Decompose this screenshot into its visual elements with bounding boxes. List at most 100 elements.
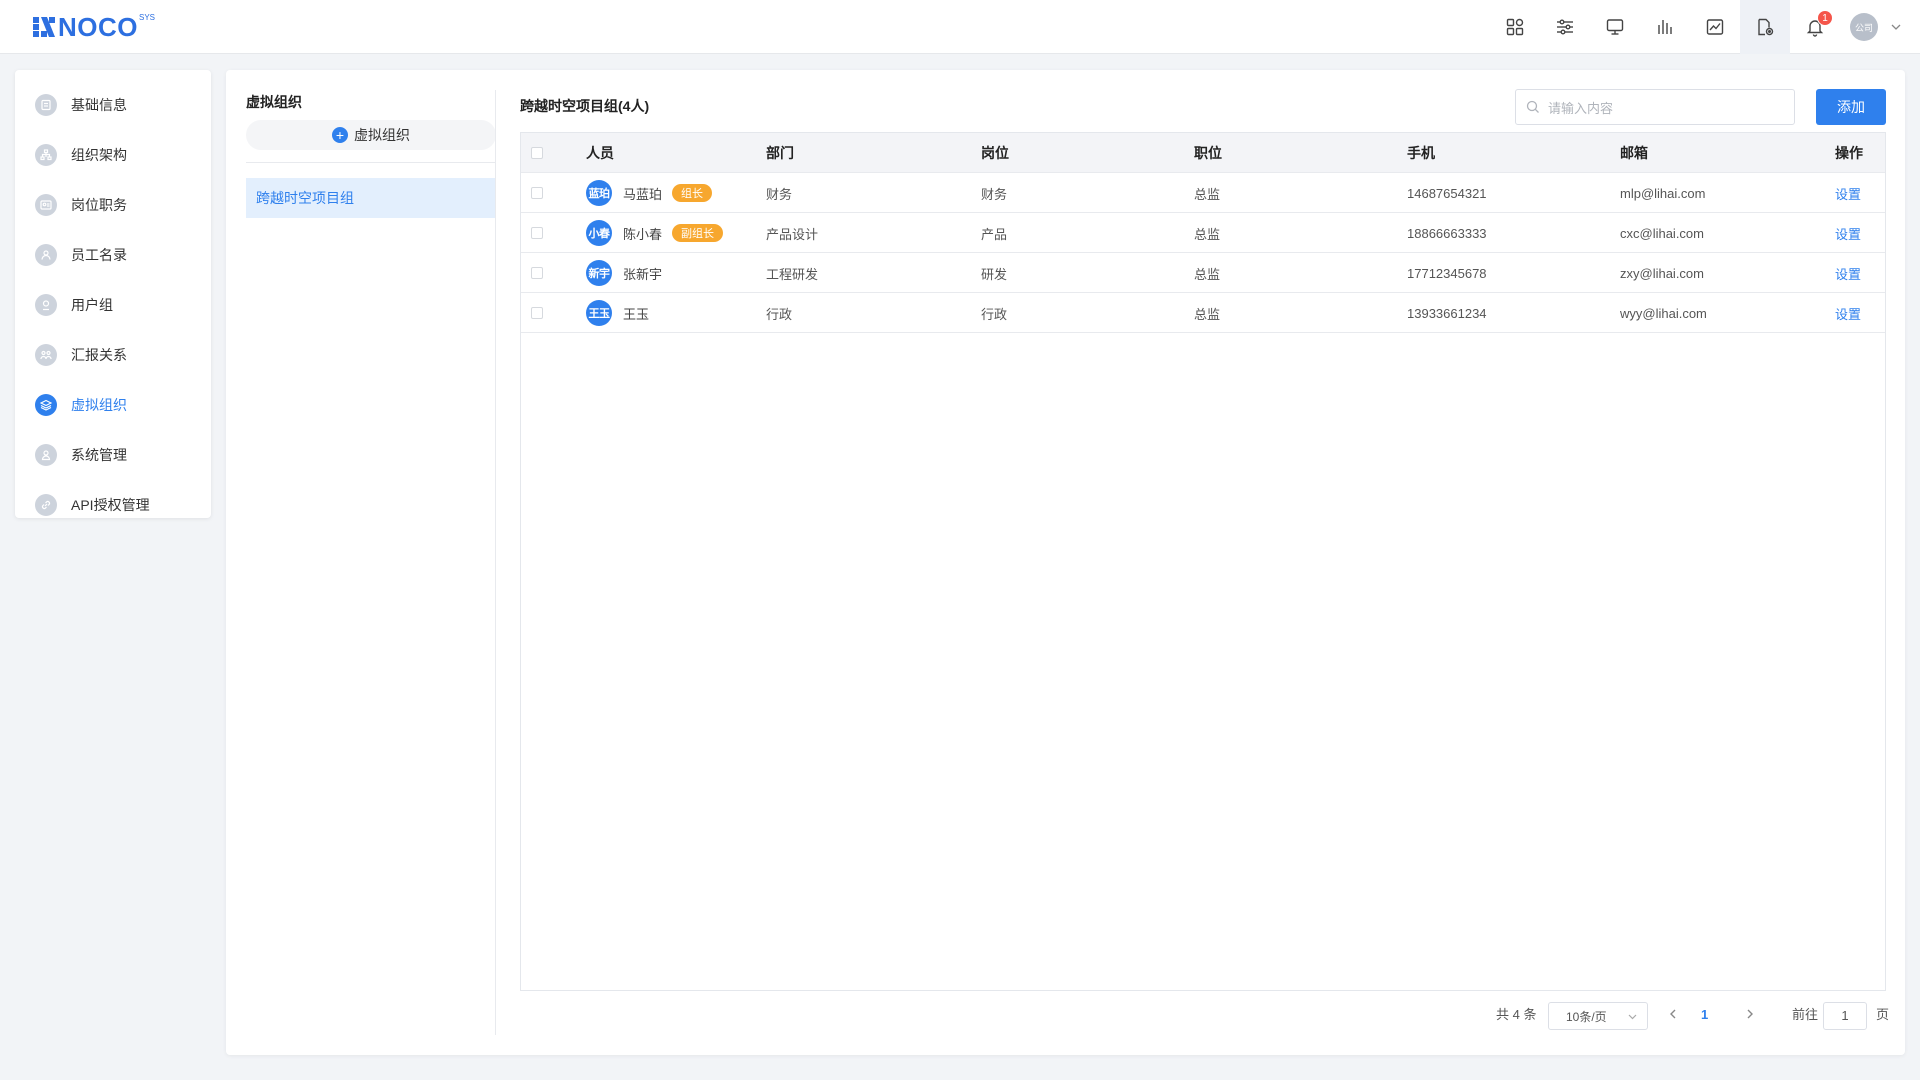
sidebar-item-org-structure[interactable]: 组织架构 [15, 130, 211, 180]
person-name: 马蓝珀 [623, 186, 663, 202]
phone-cell: 17712345678 [1407, 265, 1487, 281]
next-page-icon[interactable] [1743, 1007, 1757, 1021]
page-size-select[interactable]: 10条/页 [1548, 1002, 1648, 1030]
sidebar-item-virtual-org[interactable]: 虚拟组织 [15, 380, 211, 430]
row-checkbox[interactable] [531, 253, 543, 293]
logo-text: NOCO [58, 12, 138, 42]
add-virtual-org-button[interactable]: + 虚拟组织 [246, 120, 496, 150]
email-cell: wyy@lihai.com [1620, 305, 1707, 321]
image-chart-button[interactable] [1690, 0, 1740, 54]
settings-link[interactable]: 设置 [1835, 293, 1861, 333]
avatar: 王玉 [586, 300, 612, 326]
org-chart-icon [35, 144, 57, 166]
settings-sliders-button[interactable] [1540, 0, 1590, 54]
sidebar-item-positions[interactable]: 岗位职务 [15, 180, 211, 230]
avatar: 小春 [586, 220, 612, 246]
monitor-button[interactable] [1590, 0, 1640, 54]
sidebar-item-basic-info[interactable]: 基础信息 [15, 80, 211, 130]
row-checkbox[interactable] [531, 213, 543, 253]
person-name: 张新宇 [623, 266, 663, 282]
members-table: 人员 部门 岗位 职位 手机 邮箱 操作 蓝珀 马蓝珀 组长 财务 财务 总监 … [520, 132, 1886, 991]
column-header: 手机 [1407, 145, 1435, 161]
sidebar-item-reporting[interactable]: 汇报关系 [15, 330, 211, 380]
divider [246, 162, 496, 163]
sidebar-item-employees[interactable]: 员工名录 [15, 230, 211, 280]
apps-icon [1506, 18, 1524, 36]
column-header: 人员 [586, 145, 614, 161]
contacts-icon [35, 244, 57, 266]
sidebar-item-label: 组织架构 [71, 147, 127, 163]
report-icon [35, 344, 57, 366]
layers-icon [35, 394, 57, 416]
title-cell: 总监 [1194, 226, 1221, 242]
settings-link[interactable]: 设置 [1835, 213, 1861, 253]
person-cell: 新宇 张新宇 [586, 253, 662, 293]
sidebar-item-system[interactable]: 系统管理 [15, 430, 211, 480]
sidebar: 基础信息 组织架构 岗位职务 员工名录 用户组 汇报关系 虚拟组织 系统管理 A… [15, 70, 211, 518]
post-cell: 产品 [981, 226, 1008, 242]
virtual-org-panel: 虚拟组织 + 虚拟组织 跨越时空项目组 [246, 90, 496, 1035]
row-checkbox[interactable] [531, 173, 543, 213]
role-badge: 组长 [672, 184, 713, 202]
sidebar-item-api-auth[interactable]: API授权管理 [15, 480, 211, 530]
phone-cell: 13933661234 [1407, 305, 1487, 321]
settings-link[interactable]: 设置 [1835, 173, 1861, 213]
sidebar-item-label: 岗位职务 [71, 197, 127, 213]
virtual-org-item[interactable]: 跨越时空项目组 [246, 178, 496, 218]
row-checkbox[interactable] [531, 293, 543, 333]
user-menu[interactable]: 公司 [1840, 0, 1920, 54]
person-name: 王玉 [623, 306, 650, 322]
header-toolbar: 1 公司 [1490, 0, 1920, 54]
file-settings-icon [1758, 18, 1774, 36]
sidebar-item-label: 基础信息 [71, 97, 127, 113]
chevron-down-icon [1891, 24, 1901, 30]
logo-sup: SYS [139, 13, 156, 22]
post-cell: 行政 [981, 306, 1008, 322]
notifications-button[interactable]: 1 [1790, 0, 1840, 54]
person-cell: 蓝珀 马蓝珀 组长 [586, 173, 713, 213]
image-chart-icon [1706, 19, 1724, 35]
sidebar-item-label: 用户组 [71, 297, 113, 313]
chart-icon [1658, 20, 1672, 34]
avatar: 公司 [1850, 13, 1878, 41]
logo[interactable]: NOCO SYS [33, 12, 156, 42]
add-member-button[interactable]: 添加 [1816, 89, 1886, 125]
top-header: NOCO SYS 1 公司 [0, 0, 1920, 54]
table-row: 蓝珀 马蓝珀 组长 财务 财务 总监 14687654321 mlp@lihai… [521, 173, 1885, 213]
chart-button[interactable] [1640, 0, 1690, 54]
table-header: 人员 部门 岗位 职位 手机 邮箱 操作 [521, 133, 1885, 173]
prev-page-icon[interactable] [1666, 1007, 1680, 1021]
vertical-divider [495, 90, 496, 1035]
phone-cell: 14687654321 [1407, 185, 1487, 201]
pagination-total: 共 4 条 [1496, 1007, 1537, 1022]
monitor-icon [1606, 19, 1624, 35]
main-panel: 虚拟组织 + 虚拟组织 跨越时空项目组 跨越时空项目组(4人) 请输入内容 添加… [226, 70, 1905, 1055]
title-cell: 总监 [1194, 266, 1221, 282]
search-input[interactable]: 请输入内容 [1515, 89, 1795, 125]
file-settings-button[interactable] [1740, 0, 1790, 54]
email-cell: cxc@lihai.com [1620, 225, 1704, 241]
column-header: 部门 [766, 145, 794, 161]
plus-circle-icon: + [332, 127, 348, 143]
apps-button[interactable] [1490, 0, 1540, 54]
select-all-checkbox[interactable] [531, 133, 543, 173]
column-header: 岗位 [981, 145, 1009, 161]
table-row: 新宇 张新宇 工程研发 研发 总监 17712345678 zxy@lihai.… [521, 253, 1885, 293]
page-number[interactable]: 1 [1701, 1000, 1708, 1030]
search-icon [1526, 100, 1539, 113]
sidebar-item-label: 汇报关系 [71, 347, 127, 363]
panel-title: 虚拟组织 [246, 94, 302, 110]
members-content: 跨越时空项目组(4人) 请输入内容 添加 人员 部门 岗位 职位 手机 邮箱 操… [520, 70, 1889, 1055]
table-row: 王玉 王玉 行政 行政 总监 13933661234 wyy@lihai.com… [521, 293, 1885, 333]
settings-link[interactable]: 设置 [1835, 253, 1861, 293]
system-icon [35, 444, 57, 466]
column-header: 邮箱 [1620, 145, 1648, 161]
page-size-value: 10条/页 [1566, 1009, 1607, 1024]
table-row: 小春 陈小春 副组长 产品设计 产品 总监 18866663333 cxc@li… [521, 213, 1885, 253]
group-title: 跨越时空项目组(4人) [520, 98, 650, 114]
goto-page-input[interactable]: 1 [1823, 1002, 1867, 1030]
dept-cell: 财务 [766, 186, 793, 202]
sidebar-item-label: 系统管理 [71, 447, 127, 463]
sidebar-item-user-groups[interactable]: 用户组 [15, 280, 211, 330]
avatar: 蓝珀 [586, 180, 612, 206]
